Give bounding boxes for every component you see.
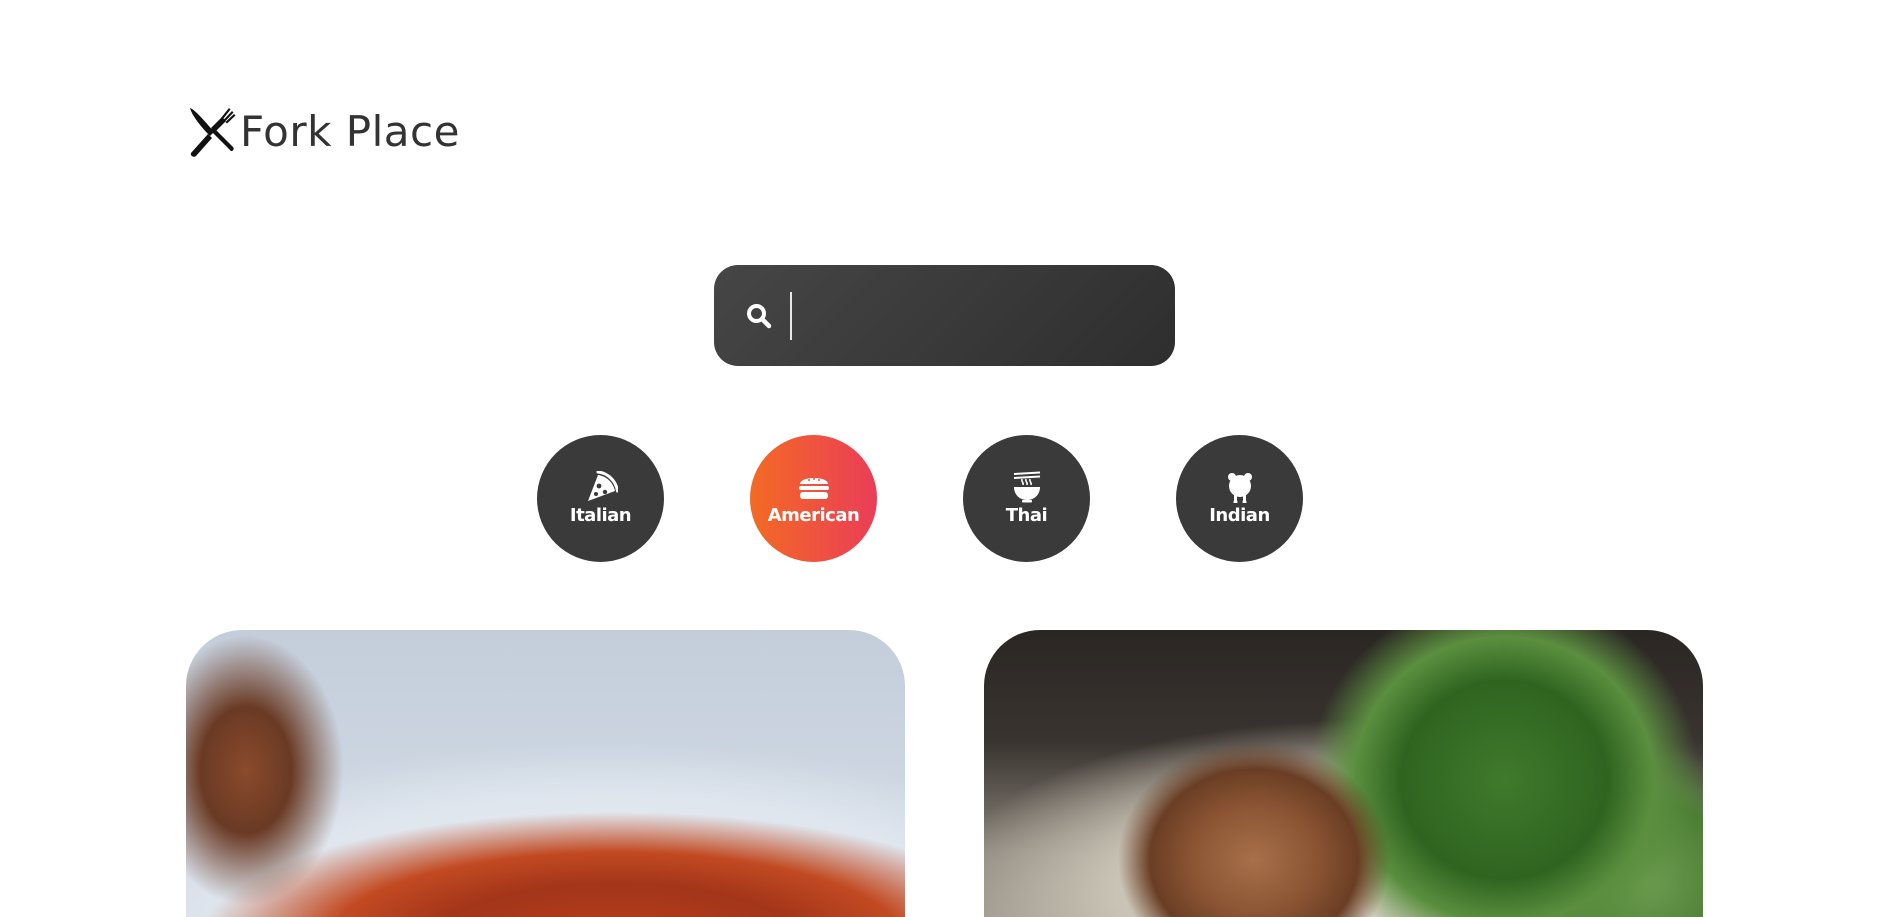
- noodle-bowl-icon: [1013, 471, 1040, 503]
- food-card-baked-beans[interactable]: [186, 630, 905, 917]
- logo[interactable]: Fork Place: [186, 106, 460, 158]
- food-photo: [984, 630, 1703, 917]
- burger-icon: [798, 478, 829, 500]
- category-label: American: [767, 505, 860, 527]
- category-thai[interactable]: Thai: [963, 435, 1090, 562]
- page: Fork Place Italian American Thai Indian: [0, 0, 1881, 917]
- category-italian[interactable]: Italian: [537, 435, 664, 562]
- search-icon[interactable]: [742, 299, 776, 333]
- search-input[interactable]: [790, 291, 1175, 340]
- food-photo: [186, 630, 905, 917]
- pizza-icon: [587, 471, 618, 502]
- food-card-chicken-salad[interactable]: [984, 630, 1703, 917]
- category-indian[interactable]: Indian: [1176, 435, 1303, 562]
- fork-knife-icon: [190, 108, 236, 157]
- category-american[interactable]: American: [750, 435, 877, 562]
- logo-text: Fork Place: [240, 107, 460, 156]
- category-label: Italian: [569, 505, 632, 527]
- category-label: Thai: [1005, 505, 1048, 527]
- category-list: Italian American Thai Indian: [537, 435, 1303, 562]
- search-bar: [714, 265, 1175, 366]
- category-label: Indian: [1209, 505, 1270, 527]
- chicken-icon: [1227, 473, 1252, 504]
